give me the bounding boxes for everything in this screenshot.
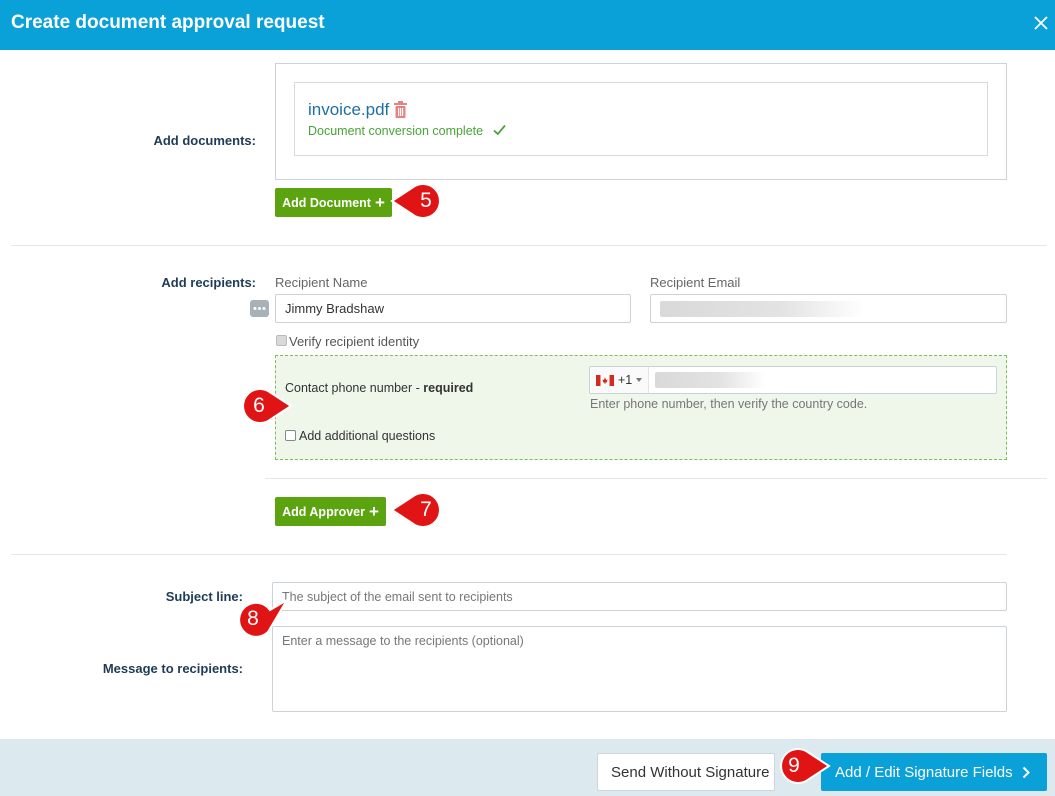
recipient-email-input[interactable] (650, 294, 1007, 323)
add-documents-label: Add documents: (153, 133, 256, 148)
message-textarea[interactable]: Enter a message to the recipients (optio… (272, 626, 1007, 712)
section-divider (11, 554, 1007, 555)
add-edit-signature-label: Add / Edit Signature Fields (835, 763, 1013, 781)
verify-identity-checkbox[interactable] (276, 335, 287, 346)
additional-questions-label: Add additional questions (299, 429, 436, 443)
redacted-email (660, 300, 864, 317)
add-approver-label: Add Approver (282, 504, 365, 519)
country-selector[interactable]: +1 (590, 367, 650, 393)
check-icon (493, 124, 506, 136)
more-icon[interactable] (250, 300, 269, 317)
caret-down-icon (636, 378, 643, 382)
dialog-title: Create document approval request (11, 12, 325, 33)
callout-number: 5 (420, 189, 432, 212)
document-card (294, 82, 988, 156)
canada-flag-icon (596, 374, 614, 386)
add-recipients-label: Add recipients: (161, 275, 256, 290)
message-label: Message to recipients: (102, 661, 243, 676)
phone-label: Contact phone number - required (285, 381, 473, 395)
plus-icon: + (374, 193, 385, 212)
phone-hint: Enter phone number, then verify the coun… (590, 397, 868, 411)
callout-marker-6: 6 (241, 385, 295, 427)
additional-questions-checkbox[interactable] (285, 430, 296, 441)
callout-number: 9 (788, 754, 800, 777)
trash-icon[interactable] (393, 101, 408, 118)
redacted-phone (655, 372, 766, 388)
section-divider (11, 245, 1047, 246)
document-file-name[interactable]: invoice.pdf (308, 100, 389, 120)
add-document-label: Add Document (282, 195, 371, 210)
verify-identity-label: Verify recipient identity (289, 334, 420, 349)
callout-marker-9: 9 (776, 745, 831, 787)
callout-marker-5: 5 (390, 180, 462, 222)
recipient-name-header: Recipient Name (275, 275, 368, 290)
plus-icon: + (368, 502, 379, 521)
chevron-right-icon (1022, 766, 1030, 778)
add-document-button[interactable]: Add Document + (275, 188, 392, 217)
recipient-name-input[interactable]: Jimmy Bradshaw (275, 294, 631, 323)
phone-required-text: required (423, 381, 474, 395)
phone-input[interactable]: +1 (589, 366, 997, 394)
approver-divider (265, 478, 1047, 479)
dialog-header: Create document approval request (0, 0, 1055, 50)
callout-number: 8 (247, 607, 259, 630)
add-approver-button[interactable]: Add Approver + (275, 497, 386, 526)
phone-label-text: Contact phone number - (285, 381, 424, 395)
document-status: Document conversion complete (308, 124, 484, 138)
country-code: +1 (618, 373, 633, 387)
callout-marker-8: 8 (235, 598, 289, 640)
recipient-email-header: Recipient Email (650, 275, 741, 290)
callout-number: 6 (253, 394, 265, 417)
subject-input[interactable]: The subject of the email sent to recipie… (272, 582, 1007, 611)
callout-number: 7 (420, 498, 432, 521)
close-icon[interactable] (1030, 12, 1052, 34)
callout-marker-7: 7 (390, 489, 462, 531)
send-without-signature-button[interactable]: Send Without Signature (597, 753, 775, 791)
add-edit-signature-fields-button[interactable]: Add / Edit Signature Fields (821, 753, 1047, 791)
